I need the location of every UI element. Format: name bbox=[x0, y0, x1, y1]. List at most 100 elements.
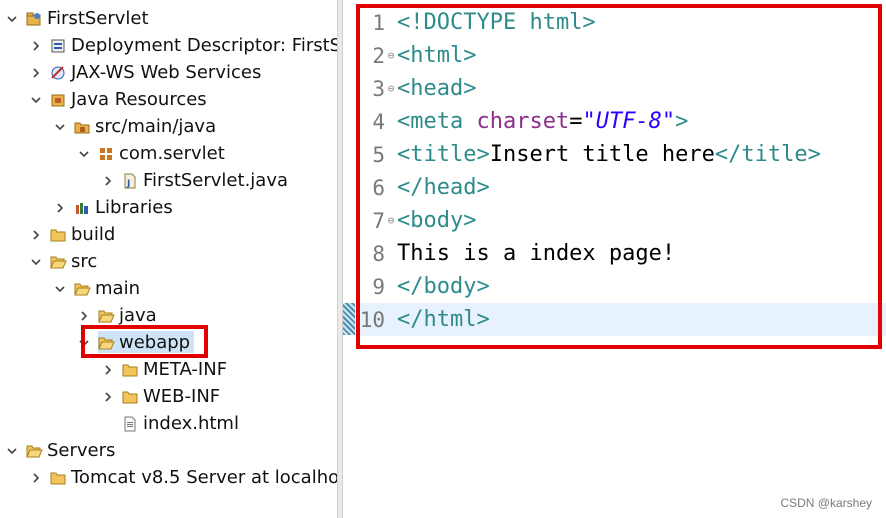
tree-item-label: main bbox=[95, 278, 140, 299]
folder-icon bbox=[121, 388, 139, 406]
tree-item-firstservlet[interactable]: FirstServlet bbox=[4, 5, 149, 32]
tree-item-label: JAX-WS Web Services bbox=[71, 62, 262, 83]
tree-item-tomcat-server[interactable]: Tomcat v8.5 Server at localhost bbox=[28, 464, 337, 491]
editor-gutter bbox=[343, 0, 355, 518]
chevron-down-icon[interactable] bbox=[28, 254, 44, 270]
chevron-right-icon[interactable] bbox=[28, 65, 44, 81]
fold-icon[interactable]: ⊖ bbox=[385, 82, 397, 95]
code-editor[interactable]: 1 <!DOCTYPE html> 2 ⊖ <html> 3 ⊖ <head> … bbox=[355, 0, 886, 518]
folder-open-icon bbox=[25, 442, 43, 460]
tree-item-main[interactable]: main bbox=[52, 275, 140, 302]
code-text: <body> bbox=[397, 208, 477, 233]
line-number: 5 bbox=[372, 142, 385, 167]
tree-item-com-servlet[interactable]: com.servlet bbox=[76, 140, 225, 167]
chevron-down-icon[interactable] bbox=[52, 119, 68, 135]
current-line-marker bbox=[343, 303, 355, 335]
tree-item-web-inf[interactable]: WEB-INF bbox=[100, 383, 220, 410]
tree-item-label: Libraries bbox=[95, 197, 173, 218]
tree-item-label: build bbox=[71, 224, 116, 245]
tree-item-libraries[interactable]: Libraries bbox=[52, 194, 173, 221]
package-icon bbox=[97, 145, 115, 163]
tree-item-src[interactable]: src bbox=[28, 248, 97, 275]
tree-item-label: webapp bbox=[119, 332, 191, 353]
folder-icon bbox=[121, 361, 139, 379]
code-line[interactable]: 3 ⊖ <head> bbox=[355, 72, 886, 105]
tree-item-label: WEB-INF bbox=[143, 386, 221, 407]
tree-item-label: Servers bbox=[47, 440, 116, 461]
tree-item-jax-ws[interactable]: JAX-WS Web Services bbox=[28, 59, 261, 86]
tree-item-java[interactable]: java bbox=[76, 302, 157, 329]
code-line[interactable]: 6 </head> bbox=[355, 171, 886, 204]
line-number: 6 bbox=[372, 175, 385, 200]
project-explorer: FirstServlet Deployment Descriptor: Firs… bbox=[0, 0, 337, 518]
java-resources-icon bbox=[49, 91, 67, 109]
code-line[interactable]: 4 <meta charset = "UTF-8" > bbox=[355, 105, 886, 138]
java-file-icon: J bbox=[121, 172, 139, 190]
webservice-icon bbox=[49, 64, 67, 82]
chevron-down-icon[interactable] bbox=[4, 11, 20, 27]
tree-item-index-html[interactable]: index.html bbox=[121, 410, 239, 437]
tree-item-label: META-INF bbox=[143, 359, 228, 380]
tree-item-java-resources[interactable]: Java Resources bbox=[28, 86, 207, 113]
deployment-descriptor-icon bbox=[49, 37, 67, 55]
line-number: 4 bbox=[372, 109, 385, 134]
folder-icon bbox=[49, 469, 67, 487]
tree-item-label: FirstServlet.java bbox=[143, 170, 289, 191]
fold-icon[interactable]: ⊖ bbox=[385, 49, 397, 62]
tree-item-webapp[interactable]: webapp bbox=[76, 329, 190, 356]
code-line[interactable]: 2 ⊖ <html> bbox=[355, 39, 886, 72]
chevron-down-icon[interactable] bbox=[52, 281, 68, 297]
chevron-down-icon[interactable] bbox=[4, 443, 20, 459]
code-line-current[interactable]: 10 </html> bbox=[355, 303, 886, 336]
code-line[interactable]: 1 <!DOCTYPE html> bbox=[355, 6, 886, 39]
chevron-right-icon[interactable] bbox=[100, 389, 116, 405]
svg-text:J: J bbox=[126, 179, 130, 189]
chevron-right-icon[interactable] bbox=[28, 227, 44, 243]
tree-item-label: Tomcat v8.5 Server at localhost bbox=[71, 467, 337, 488]
code-tag: > bbox=[675, 109, 689, 134]
chevron-down-icon[interactable] bbox=[28, 92, 44, 108]
folder-open-icon bbox=[73, 280, 91, 298]
code-line[interactable]: 7 ⊖ <body> bbox=[355, 204, 886, 237]
code-text: <head> bbox=[397, 76, 477, 101]
code-text: </body> bbox=[397, 274, 490, 299]
chevron-right-icon[interactable] bbox=[76, 308, 92, 324]
chevron-right-icon[interactable] bbox=[100, 362, 116, 378]
tree-item-servers[interactable]: Servers bbox=[4, 437, 115, 464]
code-line[interactable]: 5 <title> Insert title here </title> bbox=[355, 138, 886, 171]
code-line[interactable]: 8 This is a index page! bbox=[355, 237, 886, 270]
project-icon bbox=[25, 10, 43, 28]
code-text: </html> bbox=[397, 307, 490, 332]
chevron-right-icon[interactable] bbox=[52, 200, 68, 216]
chevron-right-icon[interactable] bbox=[100, 173, 116, 189]
code-string: "UTF-8" bbox=[582, 109, 676, 134]
tree-item-src-main-java[interactable]: src/main/java bbox=[52, 113, 216, 140]
tree-item-label: Deployment Descriptor: FirstServlet bbox=[71, 35, 337, 56]
fold-icon[interactable]: ⊖ bbox=[385, 214, 397, 227]
code-line[interactable]: 9 </body> bbox=[355, 270, 886, 303]
chevron-down-icon[interactable] bbox=[76, 335, 92, 351]
code-text: This is a index page! bbox=[397, 241, 676, 266]
code-text: <html> bbox=[397, 43, 477, 68]
tree-item-label: com.servlet bbox=[119, 143, 225, 164]
source-folder-icon bbox=[73, 118, 91, 136]
folder-open-icon bbox=[97, 307, 115, 325]
folder-icon bbox=[49, 226, 67, 244]
code-text: </head> bbox=[397, 175, 490, 200]
code-attribute: charset bbox=[476, 109, 570, 134]
tree-item-meta-inf[interactable]: META-INF bbox=[100, 356, 227, 383]
code-equals: = bbox=[569, 109, 583, 134]
code-tag: <title> bbox=[397, 142, 490, 167]
line-number: 3 bbox=[372, 76, 385, 101]
tree-item-build[interactable]: build bbox=[28, 221, 115, 248]
code-tag: <meta bbox=[397, 109, 464, 134]
tree-item-deployment-descriptor[interactable]: Deployment Descriptor: FirstServlet bbox=[28, 32, 337, 59]
chevron-right-icon[interactable] bbox=[28, 38, 44, 54]
line-number: 1 bbox=[372, 10, 385, 35]
tree-item-firstservlet-java[interactable]: J FirstServlet.java bbox=[100, 167, 288, 194]
line-number: 9 bbox=[372, 274, 385, 299]
chevron-right-icon[interactable] bbox=[28, 470, 44, 486]
folder-open-icon bbox=[49, 253, 67, 271]
line-number: 8 bbox=[372, 241, 385, 266]
chevron-down-icon[interactable] bbox=[76, 146, 92, 162]
